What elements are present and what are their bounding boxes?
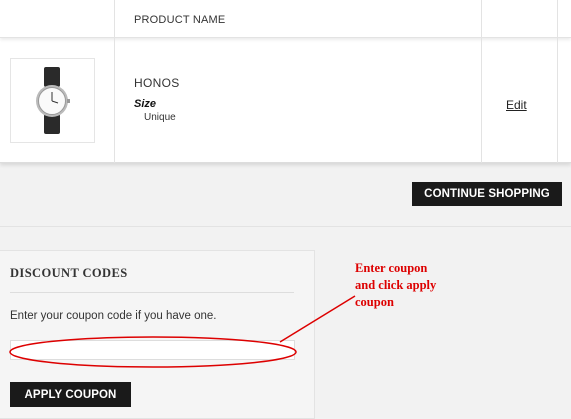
- cart-table: PRODUCT NAME HONOS Size Unique Edit: [0, 0, 571, 163]
- apply-coupon-button[interactable]: APPLY COUPON: [10, 382, 131, 407]
- annotation-line: coupon: [355, 295, 394, 309]
- column-divider: [114, 0, 115, 163]
- section-divider: [0, 226, 571, 227]
- cart-table-header: PRODUCT NAME: [0, 0, 571, 38]
- product-option-label: Size: [134, 98, 157, 110]
- product-name: HONOS: [134, 76, 180, 90]
- continue-shopping-button[interactable]: CONTINUE SHOPPING: [412, 182, 562, 206]
- product-thumbnail[interactable]: [10, 58, 95, 143]
- discount-codes-title: DISCOUNT CODES: [10, 266, 128, 280]
- coupon-code-input[interactable]: [10, 340, 295, 360]
- edit-item-link[interactable]: Edit: [506, 98, 527, 112]
- annotation-note: Enter coupon and click apply coupon: [355, 260, 485, 311]
- coupon-hint-text: Enter your coupon code if you have one.: [10, 310, 217, 322]
- discount-title-divider: [10, 292, 294, 293]
- column-divider: [557, 0, 558, 163]
- annotation-line: and click apply: [355, 278, 437, 292]
- product-option-value: Unique: [144, 112, 176, 123]
- column-header-product-name: PRODUCT NAME: [134, 14, 226, 26]
- column-divider: [481, 0, 482, 163]
- watch-icon: [36, 67, 70, 134]
- annotation-line: Enter coupon: [355, 261, 428, 275]
